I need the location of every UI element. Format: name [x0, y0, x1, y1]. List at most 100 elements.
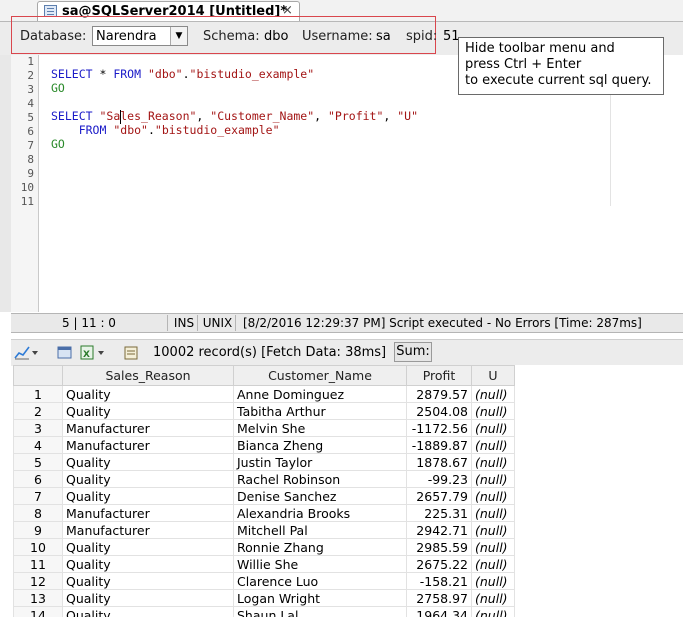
table-cell[interactable]: 2675.22: [406, 555, 472, 573]
row-number[interactable]: 4: [13, 436, 63, 454]
table-row[interactable]: 13 Quality Logan Wright 2758.97 (null): [13, 589, 515, 607]
code-line[interactable]: SELECT "Sales_Reason", "Customer_Name", …: [51, 109, 418, 123]
table-cell[interactable]: -99.23: [406, 470, 472, 488]
table-cell[interactable]: Quality: [62, 385, 234, 403]
table-cell[interactable]: 1964.34: [406, 606, 472, 617]
table-cell[interactable]: -1172.56: [406, 419, 472, 437]
table-cell[interactable]: Quality: [62, 402, 234, 420]
table-cell[interactable]: 2657.79: [406, 487, 472, 505]
code-line[interactable]: GO: [51, 81, 65, 95]
column-header[interactable]: Profit: [406, 365, 472, 386]
table-row[interactable]: 9 Manufacturer Mitchell Pal 2942.71 (null): [13, 521, 515, 539]
code-line[interactable]: GO: [51, 137, 65, 151]
chevron-down-icon[interactable]: ▼: [170, 27, 187, 45]
table-cell[interactable]: -1889.87: [406, 436, 472, 454]
table-row[interactable]: 14 Quality Shaun Lal 1964.34 (null): [13, 606, 515, 617]
result-grid[interactable]: Sales_Reason Customer_Name Profit U 1 Qua…: [13, 365, 683, 617]
column-header[interactable]: [13, 365, 63, 386]
row-number[interactable]: 6: [13, 470, 63, 488]
table-cell[interactable]: (null): [471, 436, 515, 454]
table-cell[interactable]: 225.31: [406, 504, 472, 522]
table-cell[interactable]: Manufacturer: [62, 504, 234, 522]
code-line[interactable]: FROM "dbo"."bistudio_example": [51, 123, 280, 137]
table-row[interactable]: 10 Quality Ronnie Zhang 2985.59 (null): [13, 538, 515, 556]
table-cell[interactable]: Manufacturer: [62, 521, 234, 539]
row-number[interactable]: 7: [13, 487, 63, 505]
table-cell[interactable]: (null): [471, 419, 515, 437]
table-cell[interactable]: Bianca Zheng: [233, 436, 407, 454]
table-row[interactable]: 2 Quality Tabitha Arthur 2504.08 (null): [13, 402, 515, 420]
table-cell[interactable]: Denise Sanchez: [233, 487, 407, 505]
row-number[interactable]: 11: [13, 555, 63, 573]
table-cell[interactable]: (null): [471, 538, 515, 556]
table-cell[interactable]: Anne Dominguez: [233, 385, 407, 403]
table-row[interactable]: 7 Quality Denise Sanchez 2657.79 (null): [13, 487, 515, 505]
table-cell[interactable]: (null): [471, 487, 515, 505]
table-cell[interactable]: 1878.67: [406, 453, 472, 471]
dropdown-icon[interactable]: [31, 345, 39, 360]
table-cell[interactable]: Manufacturer: [62, 436, 234, 454]
table-cell[interactable]: Quality: [62, 538, 234, 556]
column-header[interactable]: Sales_Reason: [62, 365, 234, 386]
table-cell[interactable]: (null): [471, 453, 515, 471]
row-number[interactable]: 14: [13, 606, 63, 617]
table-cell[interactable]: Rachel Robinson: [233, 470, 407, 488]
table-cell[interactable]: Quality: [62, 555, 234, 573]
table-cell[interactable]: 2758.97: [406, 589, 472, 607]
table-cell[interactable]: (null): [471, 606, 515, 617]
table-row[interactable]: 11 Quality Willie She 2675.22 (null): [13, 555, 515, 573]
table-cell[interactable]: (null): [471, 555, 515, 573]
table-cell[interactable]: 2504.08: [406, 402, 472, 420]
table-cell[interactable]: (null): [471, 589, 515, 607]
table-cell[interactable]: (null): [471, 470, 515, 488]
import-icon[interactable]: [57, 345, 73, 360]
table-cell[interactable]: Shaun Lal: [233, 606, 407, 617]
clipboard-icon[interactable]: [123, 345, 139, 360]
table-cell[interactable]: 2879.57: [406, 385, 472, 403]
row-number[interactable]: 9: [13, 521, 63, 539]
table-cell[interactable]: (null): [471, 402, 515, 420]
table-cell[interactable]: Melvin She: [233, 419, 407, 437]
table-row[interactable]: 5 Quality Justin Taylor 1878.67 (null): [13, 453, 515, 471]
chart-icon[interactable]: [14, 345, 30, 360]
table-cell[interactable]: Justin Taylor: [233, 453, 407, 471]
table-cell[interactable]: -158.21: [406, 572, 472, 590]
table-row[interactable]: 6 Quality Rachel Robinson -99.23 (null): [13, 470, 515, 488]
row-number[interactable]: 5: [13, 453, 63, 471]
table-cell[interactable]: (null): [471, 504, 515, 522]
table-cell[interactable]: Logan Wright: [233, 589, 407, 607]
table-cell[interactable]: Quality: [62, 589, 234, 607]
database-select[interactable]: Narendra ▼: [92, 26, 188, 46]
table-cell[interactable]: Clarence Luo: [233, 572, 407, 590]
row-number[interactable]: 8: [13, 504, 63, 522]
table-cell[interactable]: Quality: [62, 453, 234, 471]
table-cell[interactable]: Tabitha Arthur: [233, 402, 407, 420]
table-cell[interactable]: Willie She: [233, 555, 407, 573]
table-row[interactable]: 8 Manufacturer Alexandria Brooks 225.31 (nul…: [13, 504, 515, 522]
column-header[interactable]: Customer_Name: [233, 365, 407, 386]
table-cell[interactable]: (null): [471, 572, 515, 590]
table-cell[interactable]: Quality: [62, 572, 234, 590]
table-row[interactable]: 12 Quality Clarence Luo -158.21 (null): [13, 572, 515, 590]
column-header[interactable]: U: [471, 365, 515, 386]
row-number[interactable]: 12: [13, 572, 63, 590]
table-row[interactable]: 3 Manufacturer Melvin She -1172.56 (null): [13, 419, 515, 437]
table-cell[interactable]: Quality: [62, 470, 234, 488]
dropdown-icon[interactable]: [97, 345, 105, 360]
row-number[interactable]: 2: [13, 402, 63, 420]
table-cell[interactable]: 2985.59: [406, 538, 472, 556]
table-row[interactable]: 4 Manufacturer Bianca Zheng -1889.87 (null): [13, 436, 515, 454]
table-cell[interactable]: Alexandria Brooks: [233, 504, 407, 522]
excel-export-icon[interactable]: X: [79, 345, 95, 360]
table-cell[interactable]: Quality: [62, 606, 234, 617]
table-row[interactable]: 1 Quality Anne Dominguez 2879.57 (null): [13, 385, 515, 403]
row-number[interactable]: 1: [13, 385, 63, 403]
sum-button[interactable]: Sum:: [394, 342, 432, 362]
table-cell[interactable]: Ronnie Zhang: [233, 538, 407, 556]
table-cell[interactable]: Quality: [62, 487, 234, 505]
table-cell[interactable]: Manufacturer: [62, 419, 234, 437]
row-number[interactable]: 10: [13, 538, 63, 556]
row-number[interactable]: 13: [13, 589, 63, 607]
table-cell[interactable]: Mitchell Pal: [233, 521, 407, 539]
table-cell[interactable]: 2942.71: [406, 521, 472, 539]
